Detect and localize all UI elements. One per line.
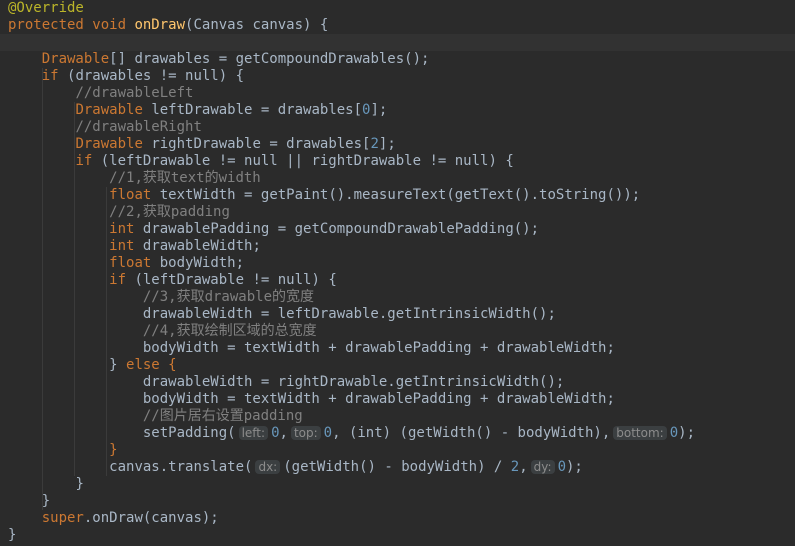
code-token: } (109, 357, 127, 373)
code-line-29[interactable]: } (8, 476, 84, 493)
comment-token: //1,获取text的width (109, 170, 261, 186)
type-token: Drawable (75, 136, 143, 152)
code-line-32[interactable]: } (8, 527, 16, 544)
code-line-10[interactable]: if (leftDrawable != null || rightDrawabl… (8, 153, 514, 170)
code-line-26[interactable]: setPadding(left: 0, top: 0, (int) (getWidth… (8, 425, 695, 442)
comment-token: //4,获取绘制区域的总宽度 (142, 323, 317, 339)
keyword-token: void (92, 17, 127, 33)
brace-token: { (168, 357, 177, 373)
parameter-hint-top: top: (290, 426, 321, 440)
code-token: ); (678, 425, 696, 441)
brace-token: } (75, 476, 84, 492)
code-line-20[interactable]: //4,获取绘制区域的总宽度 (8, 323, 317, 340)
code-token: bodyWidth = textWidth + drawablePadding … (142, 340, 615, 356)
code-token: textWidth = getPaint().measureText(getTe… (159, 187, 641, 203)
code-line-22[interactable]: } else { (8, 357, 177, 374)
code-line-19[interactable]: drawableWidth = leftDrawable.getIntrinsi… (8, 306, 556, 323)
keyword-token: if (75, 153, 93, 169)
keyword-token: int (109, 238, 135, 254)
code-token: ]; (378, 136, 396, 152)
number-token: 2 (510, 459, 520, 475)
keyword-token: float (109, 255, 152, 271)
number-token: 0 (557, 459, 566, 475)
code-line-25[interactable]: //图片居右设置padding (8, 408, 303, 425)
code-token: drawableWidth = leftDrawable.getIntrinsi… (142, 306, 556, 322)
code-line-11[interactable]: //1,获取text的width (8, 170, 261, 187)
code-token: (drawables != null) { (67, 68, 245, 84)
code-line-30[interactable]: } (8, 493, 50, 510)
code-line-17[interactable]: if (leftDrawable != null) { (8, 272, 337, 289)
code-token: (Canvas canvas) { (185, 17, 329, 33)
code-token: ); (566, 459, 583, 475)
brace-token: } (8, 527, 17, 543)
code-token: canvas.translate( (109, 459, 253, 475)
keyword-token: if (41, 68, 59, 84)
code-line-13[interactable]: //2,获取padding (8, 204, 230, 221)
code-line-6[interactable]: //drawableLeft (8, 85, 193, 102)
brace-token: } (41, 493, 51, 509)
code-line-7[interactable]: Drawable leftDrawable = drawables[0]; (8, 102, 387, 119)
annotation-token: @Override (8, 0, 84, 16)
code-token: ]; (370, 102, 388, 118)
code-editor[interactable]: @Override protected void onDraw(Canvas c… (0, 0, 795, 546)
code-token: (int) (348, 425, 392, 441)
code-line-15[interactable]: int drawableWidth; (8, 238, 261, 255)
comment-token: //drawableLeft (75, 85, 194, 101)
code-line-9[interactable]: Drawable rightDrawable = drawables[2]; (8, 136, 396, 153)
keyword-token: float (109, 187, 152, 203)
code-line-14[interactable]: int drawablePadding = getCompoundDrawabl… (8, 221, 539, 238)
code-line-4[interactable]: Drawable[] drawables = getCompoundDrawab… (8, 51, 430, 68)
code-token: leftDrawable = drawables[ (151, 102, 363, 118)
code-line-12[interactable]: float textWidth = getPaint().measureText… (8, 187, 640, 204)
code-token: .onDraw(canvas); (83, 510, 219, 526)
code-line-5[interactable]: if (drawables != null) { (8, 68, 244, 85)
parameter-hint-dy: dy: (530, 460, 555, 474)
code-line-23[interactable]: drawableWidth = rightDrawable.getIntrins… (8, 374, 564, 391)
code-line-1[interactable]: @Override (8, 0, 84, 17)
current-line-highlight (0, 34, 795, 51)
code-token: (leftDrawable != null || rightDrawable !… (100, 153, 514, 169)
code-token: drawableWidth = rightDrawable.getIntrins… (142, 374, 565, 390)
brace-token: } (109, 442, 118, 458)
keyword-token: if (109, 272, 127, 288)
code-token: drawableWidth; (142, 238, 261, 254)
code-line-16[interactable]: float bodyWidth; (8, 255, 244, 272)
type-token: Drawable (41, 51, 110, 67)
method-name-token: onDraw (134, 17, 186, 33)
keyword-token: else (126, 357, 160, 373)
code-token: setPadding( (142, 425, 236, 441)
comment-token: //3,获取drawable的宽度 (142, 289, 315, 305)
code-line-31[interactable]: super.onDraw(canvas); (8, 510, 219, 527)
code-line-18[interactable]: //3,获取drawable的宽度 (8, 289, 314, 306)
number-token: 2 (370, 136, 379, 152)
code-token: (leftDrawable != null) { (134, 272, 337, 288)
code-line-28[interactable]: canvas.translate(dx: (getWidth() - bodyWi… (8, 459, 583, 476)
comment-token: //图片居右设置padding (142, 408, 303, 424)
keyword-token: int (109, 221, 135, 237)
code-token: [] drawables = getCompoundDrawables(); (109, 51, 430, 67)
code-line-21[interactable]: bodyWidth = textWidth + drawablePadding … (8, 340, 615, 357)
comment-token: //2,获取padding (109, 204, 230, 220)
code-token: (getWidth() - bodyWidth), (399, 425, 611, 441)
number-token: 0 (669, 425, 679, 441)
code-token: rightDrawable = drawables[ (151, 136, 371, 152)
keyword-token: protected (8, 17, 84, 33)
type-token: Drawable (75, 102, 143, 118)
number-token: 0 (271, 425, 280, 441)
code-token: bodyWidth; (159, 255, 245, 271)
code-line-8[interactable]: //drawableRight (8, 119, 202, 136)
code-line-27[interactable]: } (8, 442, 118, 459)
code-token: drawablePadding = getCompoundDrawablePad… (142, 221, 540, 237)
parameter-hint-bottom: bottom: (613, 426, 667, 440)
code-token: (getWidth() - bodyWidth) / (283, 459, 511, 475)
number-token: 0 (323, 425, 333, 441)
parameter-hint-dx: dx: (255, 460, 281, 474)
parameter-hint-left: left: (238, 426, 269, 440)
keyword-token: super (41, 510, 84, 526)
code-line-2[interactable]: protected void onDraw(Canvas canvas) { (8, 17, 328, 34)
comment-token: //drawableRight (75, 119, 202, 135)
code-token: bodyWidth = textWidth + drawablePadding … (142, 391, 615, 407)
code-line-24[interactable]: bodyWidth = textWidth + drawablePadding … (8, 391, 615, 408)
